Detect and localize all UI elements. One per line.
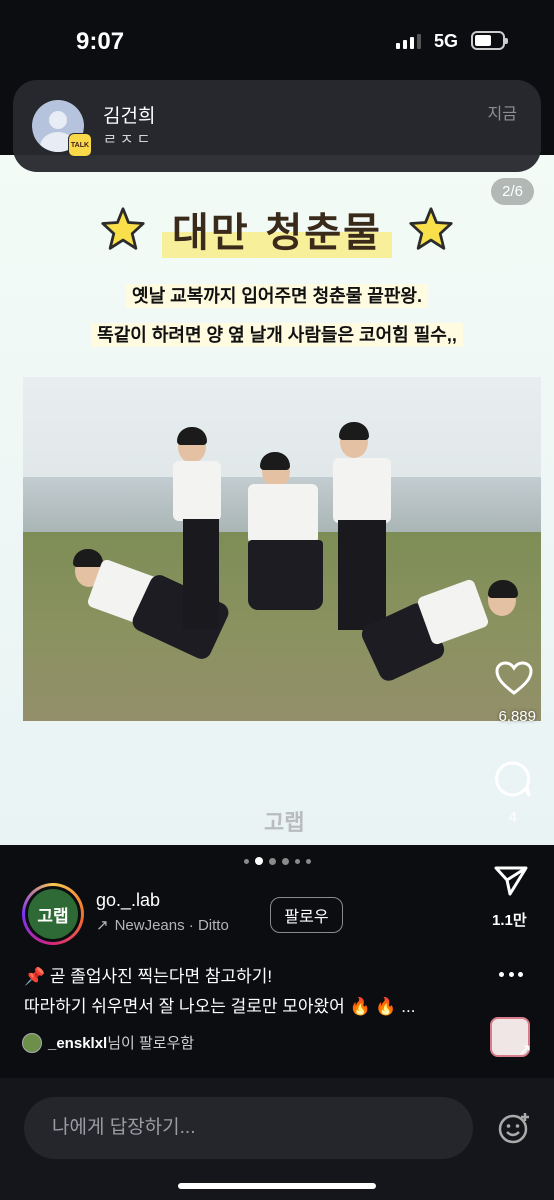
reply-input[interactable] xyxy=(24,1097,473,1159)
account-username[interactable]: go._.lab xyxy=(96,890,160,911)
follower-avatar xyxy=(22,1032,42,1053)
send-icon[interactable] xyxy=(493,865,529,897)
account-avatar[interactable]: 고랩 xyxy=(22,883,84,945)
follow-button[interactable]: 팔로우 xyxy=(270,897,343,933)
music-label[interactable]: ↗ NewJeans · Ditto xyxy=(96,916,229,935)
network-label: 5G xyxy=(434,31,459,51)
post-title: 대만 청춘물 xyxy=(162,200,392,258)
heart-icon[interactable] xyxy=(494,660,534,696)
subtitle-2-text: 똑같이 하려면 양 옆 날개 사람들은 코어힘 필수,, xyxy=(91,323,463,347)
caption-line-2[interactable]: 따라하기 쉬우면서 잘 나오는 걸로만 모아왔어 🔥 🔥 ... xyxy=(24,992,415,1017)
share-count: 1.1만 xyxy=(492,912,527,929)
comment-icon[interactable] xyxy=(494,760,532,798)
kakaotalk-icon: TALK xyxy=(68,133,92,157)
status-bar: 9:07 5G xyxy=(0,0,554,80)
follower-username: _ensklxl xyxy=(48,1035,108,1052)
home-indicator[interactable] xyxy=(178,1183,376,1189)
comment-count: 4 xyxy=(508,809,517,826)
arrow-up-right-icon: ↗ xyxy=(518,1042,532,1059)
follower-note[interactable]: _ensklxl님이 팔로우함 xyxy=(22,1032,194,1053)
subtitle-1-text: 옛날 교복까지 입어주면 청춘물 끝판왕. xyxy=(126,284,428,308)
caption-line-1: 📌 곧 졸업사진 찍는다면 참고하기! xyxy=(24,967,273,986)
like-count: 6,889 xyxy=(498,708,536,725)
post-subtitle-1: 옛날 교복까지 입어주면 청춘물 끝판왕. xyxy=(0,282,554,308)
status-time: 9:07 xyxy=(76,28,125,55)
post-subtitle-2: 똑같이 하려면 양 옆 날개 사람들은 코어힘 필수,, xyxy=(0,321,554,347)
notification-message: ㄹㅈㄷ xyxy=(103,131,154,148)
carousel-indicator xyxy=(0,857,554,865)
emoji-icon[interactable] xyxy=(497,1111,531,1145)
notification-time: 지금 xyxy=(487,106,517,123)
brand-watermark: 고랩 xyxy=(264,810,305,835)
arrow-up-right-icon: ↗ xyxy=(96,917,109,934)
account-logo: 고랩 xyxy=(28,889,78,939)
music-text: NewJeans · Ditto xyxy=(114,916,229,934)
post-title-row: 대만 청춘물 xyxy=(0,200,554,258)
signal-icon xyxy=(396,33,421,49)
reply-bar xyxy=(0,1078,554,1200)
more-icon[interactable] xyxy=(499,972,523,978)
star-icon xyxy=(409,207,453,250)
notification-sender: 김건희 xyxy=(103,106,156,127)
post-image[interactable]: 2/6 대만 청춘물 옛날 교복까지 입어주면 청춘물 끝판왕. 똑같이 하려면… xyxy=(0,155,554,845)
star-icon xyxy=(101,207,145,250)
battery-icon xyxy=(471,31,508,50)
group-photo xyxy=(23,377,541,721)
follower-suffix: 님이 팔로우함 xyxy=(107,1035,195,1052)
kakao-notification[interactable]: TALK 김건희 ㄹㅈㄷ 지금 xyxy=(13,80,541,172)
